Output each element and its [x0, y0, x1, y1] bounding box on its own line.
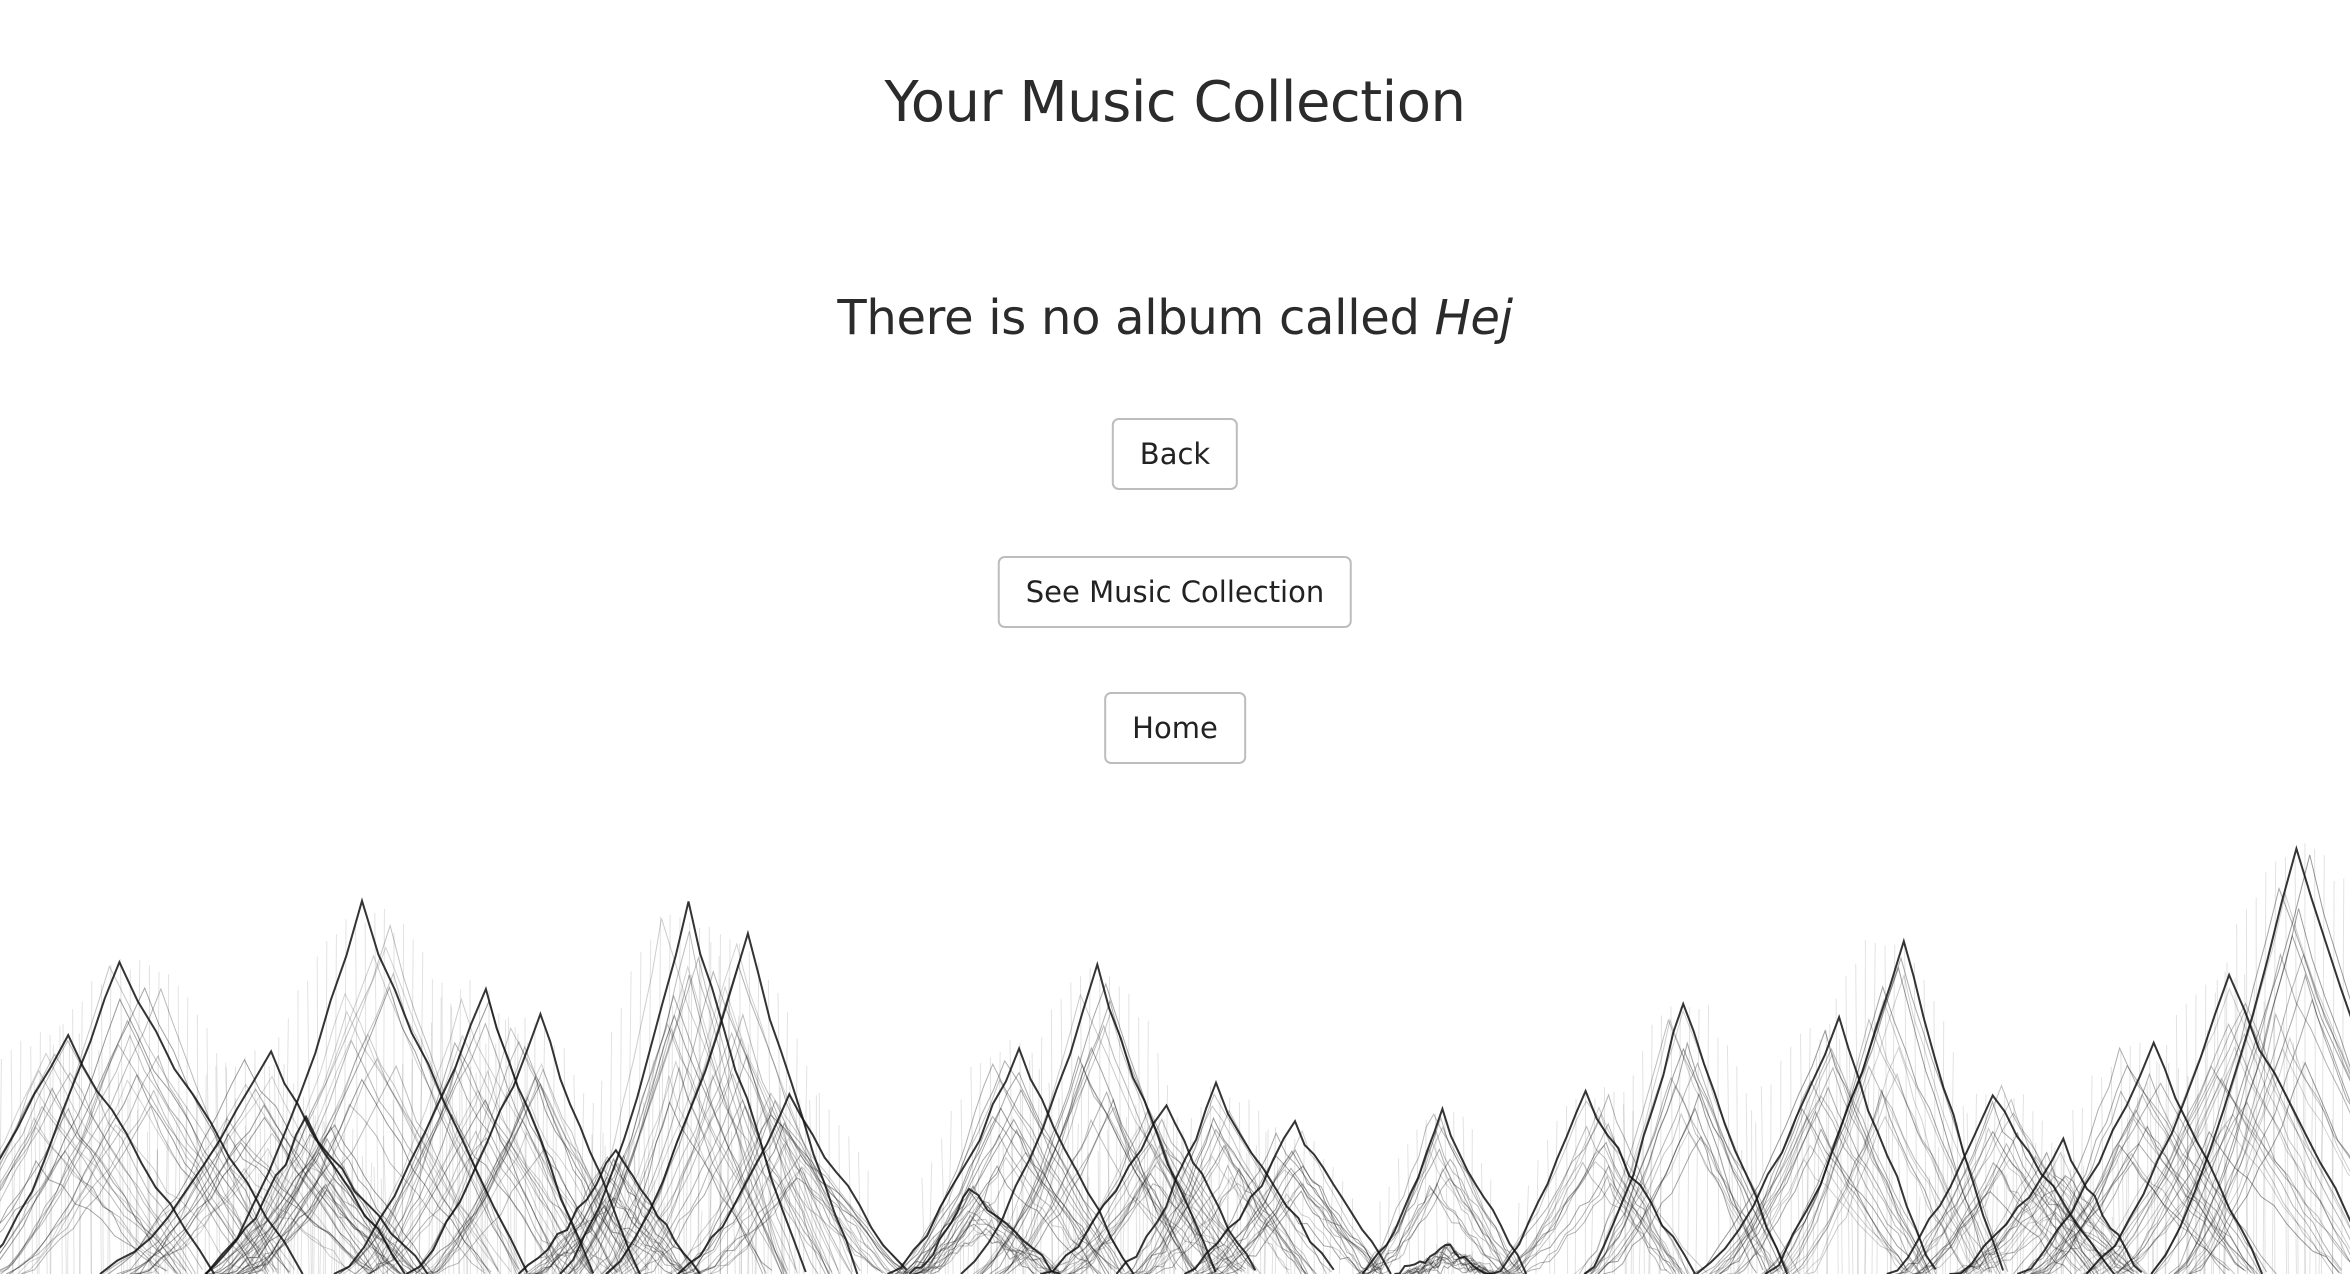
mountain-hatch	[1535, 1160, 1539, 1274]
mountain-hatch	[1845, 976, 1850, 1274]
mountain-hatch	[257, 1173, 260, 1274]
mountain-hatch	[475, 1072, 478, 1274]
mountain-hatch	[1897, 1136, 1903, 1274]
mountain-hatch	[1114, 1126, 1118, 1274]
mountain-hatch	[1996, 1185, 1998, 1274]
mountain-hatch	[1876, 1088, 1880, 1274]
mountain-hatch	[1796, 1137, 1801, 1274]
mountain-lines	[0, 843, 2350, 1274]
mountain-hatch	[777, 993, 783, 1274]
mountain-hatch	[204, 1074, 207, 1274]
mountain-hatch	[1416, 1129, 1420, 1274]
mountain-hatch	[349, 1128, 354, 1274]
mountain-contour	[1709, 1047, 1937, 1274]
main-content: There is no album called Hej	[0, 290, 2350, 346]
not-found-message: There is no album called Hej	[0, 290, 2350, 346]
mountain-hatch	[157, 1150, 159, 1274]
mountain-hatch	[1014, 1205, 1018, 1274]
mountain-hatch	[126, 1098, 129, 1274]
mountain-hatch	[2015, 1165, 2018, 1274]
mountain-hatch	[2080, 1107, 2083, 1274]
mountain-hatch	[2011, 1098, 2015, 1274]
mountain-hatch	[2005, 1174, 2008, 1274]
home-button[interactable]: Home	[1104, 692, 1246, 764]
mountain-hatch	[324, 941, 328, 1274]
page-title: Your Music Collection	[884, 70, 1466, 135]
mountain-hatch	[277, 1149, 279, 1274]
mountain-hatch	[1825, 1029, 1828, 1274]
mountain-hatch	[1736, 1066, 1739, 1274]
mountain-hatch	[794, 1038, 798, 1274]
mountain-hatch	[147, 1131, 149, 1274]
mountain-hatch	[1481, 1163, 1484, 1274]
mountain-hatch	[100, 984, 104, 1274]
mountain-hatch	[2149, 1053, 2154, 1274]
mountain-hatch	[513, 1027, 516, 1274]
album-name: Hej	[1434, 290, 1513, 346]
mountain-hatch	[1070, 982, 1075, 1274]
mountain-hatch	[0, 1058, 2, 1237]
mountain-contour	[1591, 1084, 1780, 1274]
mountain-hatch	[1286, 1172, 1292, 1274]
mountain-hatch	[798, 1099, 801, 1274]
mountain-hatch	[1002, 1142, 1007, 1274]
mountain-hatch	[444, 1134, 448, 1274]
mountain-hatch	[2073, 1158, 2076, 1274]
mountain-hatch	[1351, 1198, 1354, 1274]
mountain-hatch	[1238, 1102, 1242, 1274]
mountain-hatch	[2035, 1143, 2037, 1274]
message-prefix: There is no album called	[837, 290, 1420, 346]
page-header: Your Music Collection	[0, 70, 2350, 135]
mountain-hatch	[690, 974, 693, 1274]
mountain-hatch	[534, 1022, 536, 1274]
mountain-hatch	[545, 1219, 548, 1274]
mountain-hatch	[857, 1151, 862, 1274]
mountain-hatch	[1603, 1159, 1606, 1274]
mountain-hatch	[1779, 1060, 1782, 1274]
mountain-hatch	[1942, 1021, 1945, 1274]
mountain-hatch	[418, 1038, 423, 1274]
mountain-hatch	[1074, 1123, 1079, 1274]
mountain-hatch	[1387, 1187, 1390, 1274]
mountain-hatch	[1471, 1129, 1473, 1274]
mountain-hatch	[788, 1085, 791, 1274]
mountain-hatch	[1135, 1104, 1138, 1274]
mountain-hatch	[866, 1170, 869, 1274]
back-button[interactable]: Back	[1111, 418, 1239, 490]
mountain-hatch	[967, 1185, 972, 1274]
mountain-hatch	[206, 1027, 210, 1274]
mountain-hatch	[1127, 993, 1130, 1274]
mountain-hatch	[2137, 1097, 2139, 1274]
mountain-hatch	[2320, 855, 2325, 1274]
mountain-hatch	[1659, 1015, 1662, 1274]
mountain-hatch	[1717, 1037, 1720, 1274]
mountain-hatch	[815, 1095, 817, 1274]
mountain-hatch	[2253, 983, 2255, 1274]
mountain-hatch	[1574, 1098, 1577, 1274]
mountain-hatch	[498, 1012, 502, 1274]
mountain-wireframe-illustration	[0, 843, 2350, 1274]
mountain-hatch	[316, 956, 320, 1274]
mountain-hatch	[2146, 1082, 2149, 1274]
mountain-hatch	[1566, 1105, 1569, 1274]
mountain-hatch	[1040, 1037, 1043, 1274]
mountain-hatch	[167, 974, 170, 1274]
mountain-hatch	[1097, 1150, 1100, 1274]
mountain-hatch	[565, 1184, 567, 1274]
see-music-collection-button[interactable]: See Music Collection	[997, 556, 1353, 628]
mountain-hatch	[818, 1093, 821, 1274]
mountain-hatch	[1208, 1086, 1212, 1274]
mountain-hatch	[30, 1045, 33, 1274]
